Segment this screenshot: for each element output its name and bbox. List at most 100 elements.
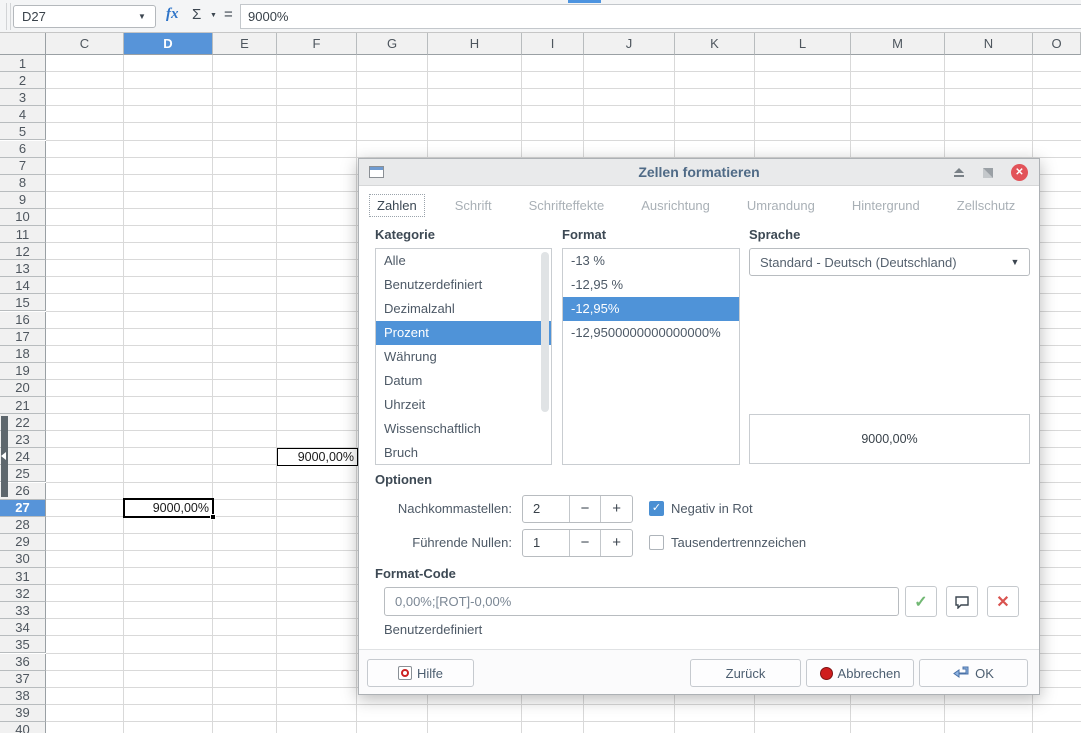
column-header-l[interactable]: L	[755, 33, 851, 55]
negative-red-checkbox[interactable]: ✓	[649, 501, 664, 516]
cell-f24[interactable]: 9000,00%	[277, 448, 358, 466]
function-wizard-icon[interactable]: fx	[166, 6, 179, 23]
tab-hintergrund[interactable]: Hintergrund	[845, 195, 927, 216]
column-header-j[interactable]: J	[584, 33, 675, 55]
category-item-alle[interactable]: Alle	[376, 249, 551, 273]
name-box[interactable]: D27 ▼	[13, 5, 156, 28]
category-item-dezimalzahl[interactable]: Dezimalzahl	[376, 297, 551, 321]
tab-zahlen[interactable]: Zahlen	[369, 194, 425, 217]
back-button[interactable]: Zurück	[690, 659, 801, 687]
help-button[interactable]: Hilfe	[367, 659, 474, 687]
row-header-8[interactable]: 8	[0, 175, 46, 192]
row-header-13[interactable]: 13	[0, 260, 46, 277]
category-item-datum[interactable]: Datum	[376, 369, 551, 393]
column-header-m[interactable]: M	[851, 33, 945, 55]
sum-icon[interactable]: Σ	[192, 6, 201, 23]
row-header-39[interactable]: 39	[0, 705, 46, 722]
row-header-12[interactable]: 12	[0, 243, 46, 260]
row-header-21[interactable]: 21	[0, 397, 46, 414]
row-header-40[interactable]: 40	[0, 722, 46, 733]
category-item-bruch[interactable]: Bruch	[376, 441, 551, 465]
negative-red-label[interactable]: Negativ in Rot	[671, 501, 753, 517]
close-icon[interactable]: ✕	[1011, 164, 1028, 181]
row-header-4[interactable]: 4	[0, 106, 46, 123]
row-header-30[interactable]: 30	[0, 551, 46, 568]
comment-icon[interactable]	[946, 586, 978, 617]
decimal-places-plus-button[interactable]: +	[600, 496, 632, 522]
delete-x-icon[interactable]: ✕	[987, 586, 1019, 617]
thousands-separator-checkbox[interactable]	[649, 535, 664, 550]
row-header-31[interactable]: 31	[0, 568, 46, 585]
row-header-11[interactable]: 11	[0, 226, 46, 243]
thousands-separator-label[interactable]: Tausendertrennzeichen	[671, 535, 806, 551]
ok-button[interactable]: OK	[919, 659, 1028, 687]
leading-zeros-minus-button[interactable]: −	[569, 530, 601, 556]
column-header-o[interactable]: O	[1033, 33, 1081, 55]
row-header-14[interactable]: 14	[0, 277, 46, 294]
row-header-5[interactable]: 5	[0, 123, 46, 140]
category-item-uhrzeit[interactable]: Uhrzeit	[376, 393, 551, 417]
select-all-corner[interactable]	[0, 33, 46, 55]
row-header-33[interactable]: 33	[0, 602, 46, 619]
row-header-3[interactable]: 3	[0, 89, 46, 106]
column-header-d[interactable]: D	[124, 33, 213, 55]
leading-zeros-plus-button[interactable]: +	[600, 530, 632, 556]
row-header-35[interactable]: 35	[0, 636, 46, 653]
row-header-20[interactable]: 20	[0, 380, 46, 397]
row-header-27[interactable]: 27	[0, 500, 46, 517]
column-header-k[interactable]: K	[675, 33, 755, 55]
category-item-wissenschaftlich[interactable]: Wissenschaftlich	[376, 417, 551, 441]
decimal-places-value[interactable]: 2	[523, 496, 569, 522]
tab-schrift[interactable]: Schrift	[448, 195, 499, 216]
apply-check-icon[interactable]: ✓	[905, 586, 937, 617]
sum-dropdown-icon[interactable]: ▼	[210, 12, 217, 19]
restore-icon[interactable]	[983, 168, 993, 178]
row-header-38[interactable]: 38	[0, 688, 46, 705]
row-header-37[interactable]: 37	[0, 671, 46, 688]
column-header-e[interactable]: E	[213, 33, 277, 55]
formula-input[interactable]: 9000%	[240, 4, 1081, 29]
format-item[interactable]: -12,95%	[563, 297, 739, 321]
row-header-16[interactable]: 16	[0, 312, 46, 329]
tab-zellschutz[interactable]: Zellschutz	[950, 195, 1023, 216]
column-header-n[interactable]: N	[945, 33, 1033, 55]
category-item-prozent[interactable]: Prozent	[376, 321, 551, 345]
equals-icon[interactable]: =	[224, 6, 233, 23]
vertical-split-handle[interactable]	[1, 416, 8, 497]
format-item[interactable]: -13 %	[563, 249, 739, 273]
tab-umrandung[interactable]: Umrandung	[740, 195, 822, 216]
row-header-2[interactable]: 2	[0, 72, 46, 89]
tab-ausrichtung[interactable]: Ausrichtung	[634, 195, 717, 216]
column-header-f[interactable]: F	[277, 33, 357, 55]
format-item[interactable]: -12,9500000000000000%	[563, 321, 739, 345]
name-box-value[interactable]: D27	[14, 9, 129, 24]
format-code-input[interactable]: 0,00%;[ROT]-0,00%	[384, 587, 899, 616]
row-header-29[interactable]: 29	[0, 534, 46, 551]
dialog-titlebar[interactable]: Zellen formatieren ✕	[359, 159, 1039, 186]
language-dropdown[interactable]: Standard - Deutsch (Deutschland) ▼	[749, 248, 1030, 276]
row-header-1[interactable]: 1	[0, 55, 46, 72]
row-header-10[interactable]: 10	[0, 209, 46, 226]
cell-d27-selected[interactable]: 9000,00%	[123, 498, 214, 518]
leading-zeros-value[interactable]: 1	[523, 530, 569, 556]
category-list-scrollbar[interactable]	[541, 252, 549, 412]
format-item[interactable]: -12,95 %	[563, 273, 739, 297]
column-header-i[interactable]: I	[522, 33, 584, 55]
column-header-c[interactable]: C	[46, 33, 124, 55]
column-header-g[interactable]: G	[357, 33, 428, 55]
row-header-7[interactable]: 7	[0, 158, 46, 175]
row-header-28[interactable]: 28	[0, 517, 46, 534]
selection-fill-handle[interactable]	[210, 514, 216, 520]
row-header-18[interactable]: 18	[0, 346, 46, 363]
cancel-button[interactable]: Abbrechen	[806, 659, 914, 687]
row-header-36[interactable]: 36	[0, 654, 46, 671]
row-header-15[interactable]: 15	[0, 294, 46, 311]
row-header-34[interactable]: 34	[0, 619, 46, 636]
row-header-9[interactable]: 9	[0, 192, 46, 209]
category-item-währung[interactable]: Währung	[376, 345, 551, 369]
column-header-h[interactable]: H	[428, 33, 522, 55]
row-header-17[interactable]: 17	[0, 329, 46, 346]
row-header-6[interactable]: 6	[0, 141, 46, 158]
name-box-dropdown-icon[interactable]: ▼	[129, 12, 155, 21]
decimal-places-minus-button[interactable]: −	[569, 496, 601, 522]
